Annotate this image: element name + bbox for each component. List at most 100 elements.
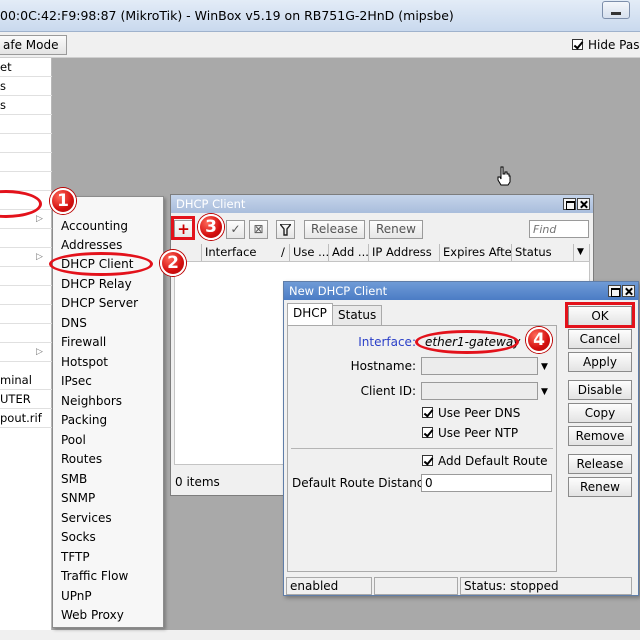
- items-count: 0 items: [175, 475, 220, 489]
- maximize-icon[interactable]: [608, 285, 621, 297]
- column-header-use-peer-dns[interactable]: Use ...: [290, 244, 329, 261]
- maximize-icon[interactable]: [563, 198, 576, 210]
- checkbox-checked-icon: [422, 407, 433, 418]
- tab-dhcp[interactable]: DHCP: [287, 303, 333, 325]
- submenu-item-ipsec[interactable]: IPsec: [61, 372, 92, 391]
- sidebar-item-terminal[interactable]: minal: [0, 371, 52, 390]
- submenu-arrow-icon: ▷: [36, 214, 43, 224]
- sidebar-item[interactable]: s: [0, 96, 52, 115]
- new-dhcp-client-title-bar[interactable]: New DHCP Client: [284, 282, 638, 300]
- use-peer-dns-checkbox[interactable]: Use Peer DNS: [422, 406, 520, 420]
- client-id-field[interactable]: [421, 382, 538, 400]
- submenu-item-web-proxy[interactable]: Web Proxy: [61, 606, 124, 625]
- column-header-ip-address[interactable]: IP Address: [369, 244, 440, 261]
- checkbox-checked-icon: [422, 455, 433, 466]
- submenu-item-socks[interactable]: Socks: [61, 528, 96, 547]
- renew-button[interactable]: Renew: [568, 477, 632, 497]
- renew-button[interactable]: Renew: [369, 220, 423, 239]
- client-id-dropdown-icon[interactable]: ▼: [541, 387, 548, 397]
- annotation-box-add: [171, 216, 195, 240]
- sidebar-item[interactable]: et: [0, 58, 52, 77]
- use-peer-ntp-checkbox[interactable]: Use Peer NTP: [422, 426, 518, 440]
- submenu-item-packing[interactable]: Packing: [61, 411, 107, 430]
- submenu-arrow-icon: ▷: [36, 252, 43, 262]
- add-default-route-checkbox[interactable]: Add Default Route: [422, 454, 548, 468]
- annotation-box-ok: [565, 302, 635, 328]
- remove-button[interactable]: Remove: [568, 426, 632, 446]
- submenu-item-traffic-flow[interactable]: Traffic Flow: [61, 567, 128, 586]
- tab-status[interactable]: Status: [332, 305, 383, 325]
- step-badge-3: 3: [198, 214, 224, 240]
- enable-check-icon[interactable]: ✓: [226, 220, 245, 239]
- close-icon[interactable]: [622, 285, 635, 297]
- column-header-interface[interactable]: Interface: [202, 244, 290, 261]
- submenu-item-dns[interactable]: DNS: [61, 314, 87, 333]
- submenu-item-tftp[interactable]: TFTP: [61, 548, 90, 567]
- default-route-distance-label: Default Route Distance:: [292, 476, 435, 490]
- sidebar-item[interactable]: [0, 229, 52, 248]
- sidebar-item[interactable]: s: [0, 77, 52, 96]
- use-peer-dns-label: Use Peer DNS: [438, 406, 521, 420]
- submenu-item-hotspot[interactable]: Hotspot: [61, 353, 108, 372]
- submenu-item-services[interactable]: Services: [61, 509, 112, 528]
- hide-passwords-checkbox[interactable]: Hide Pass: [572, 38, 640, 52]
- submenu-item-pool[interactable]: Pool: [61, 431, 86, 450]
- sidebar-item[interactable]: ▷: [0, 343, 52, 362]
- sidebar-item[interactable]: ▷: [0, 248, 52, 267]
- checkbox-checked-icon: [572, 39, 583, 50]
- dhcp-client-title: DHCP Client: [176, 197, 246, 211]
- submenu-item-dhcp-server[interactable]: DHCP Server: [61, 294, 138, 313]
- main-menu-sidebar: et s s ▷ ▷ ▷ minal UTER pout.rif: [0, 58, 52, 630]
- submenu-item-neighbors[interactable]: Neighbors: [61, 392, 122, 411]
- sidebar-item[interactable]: [0, 286, 52, 305]
- hostname-dropdown-icon[interactable]: ▼: [541, 362, 548, 372]
- hide-passwords-label: Hide Pass: [588, 38, 640, 52]
- release-button[interactable]: Release: [568, 454, 632, 474]
- find-input[interactable]: [529, 220, 589, 238]
- sidebar-item[interactable]: [0, 172, 52, 191]
- submenu-arrow-icon: ▷: [36, 347, 43, 357]
- sidebar-item[interactable]: [0, 324, 52, 343]
- column-sort-icon: /: [281, 245, 285, 259]
- status-enabled: enabled: [286, 577, 372, 595]
- dialog-title: New DHCP Client: [289, 284, 388, 298]
- add-default-route-label: Add Default Route: [438, 454, 548, 468]
- interface-label: Interface:: [358, 335, 416, 349]
- filter-icon[interactable]: [276, 220, 295, 239]
- cancel-button[interactable]: Cancel: [568, 329, 632, 349]
- close-icon[interactable]: [577, 198, 590, 210]
- sidebar-item-router[interactable]: UTER: [0, 390, 52, 409]
- sidebar-item[interactable]: [0, 115, 52, 134]
- column-header-status[interactable]: Status: [512, 244, 574, 261]
- sidebar-item-file[interactable]: pout.rif: [0, 409, 52, 428]
- section-divider: [291, 448, 553, 449]
- sidebar-item[interactable]: [0, 134, 52, 153]
- hostname-label: Hostname:: [350, 359, 416, 373]
- submenu-item-smb[interactable]: SMB: [61, 470, 87, 489]
- column-header-expires-after[interactable]: Expires After: [440, 244, 512, 261]
- apply-button[interactable]: Apply: [568, 352, 632, 372]
- submenu-item-firewall[interactable]: Firewall: [61, 333, 106, 352]
- submenu-item-upnp[interactable]: UPnP: [61, 587, 92, 606]
- copy-button[interactable]: Copy: [568, 403, 632, 423]
- dhcp-client-title-bar[interactable]: DHCP Client: [171, 195, 593, 213]
- disable-x-icon[interactable]: ⊠: [249, 220, 268, 239]
- window-title-bar: 00:0C:42:F9:98:87 (MikroTik) - WinBox v5…: [0, 0, 640, 32]
- main-toolbar: afe Mode Hide Pass: [0, 32, 640, 58]
- annotation-ellipse-interface: [415, 330, 519, 354]
- submenu-item-dhcp-relay[interactable]: DHCP Relay: [61, 275, 132, 294]
- sidebar-item[interactable]: [0, 153, 52, 172]
- minimize-button[interactable]: [602, 1, 630, 19]
- default-route-distance-field[interactable]: 0: [421, 474, 552, 492]
- submenu-item-routes[interactable]: Routes: [61, 450, 102, 469]
- submenu-item-accounting[interactable]: Accounting: [61, 217, 128, 236]
- sidebar-item[interactable]: [0, 267, 52, 286]
- hostname-field[interactable]: [421, 357, 538, 375]
- submenu-item-snmp[interactable]: SNMP: [61, 489, 95, 508]
- safe-mode-button[interactable]: afe Mode: [0, 35, 68, 55]
- disable-button[interactable]: Disable: [568, 380, 632, 400]
- release-button[interactable]: Release: [304, 220, 365, 239]
- column-header-add-default-route[interactable]: Add ...: [329, 244, 369, 261]
- sidebar-item[interactable]: [0, 305, 52, 324]
- columns-dropdown-icon[interactable]: ▼: [574, 244, 590, 261]
